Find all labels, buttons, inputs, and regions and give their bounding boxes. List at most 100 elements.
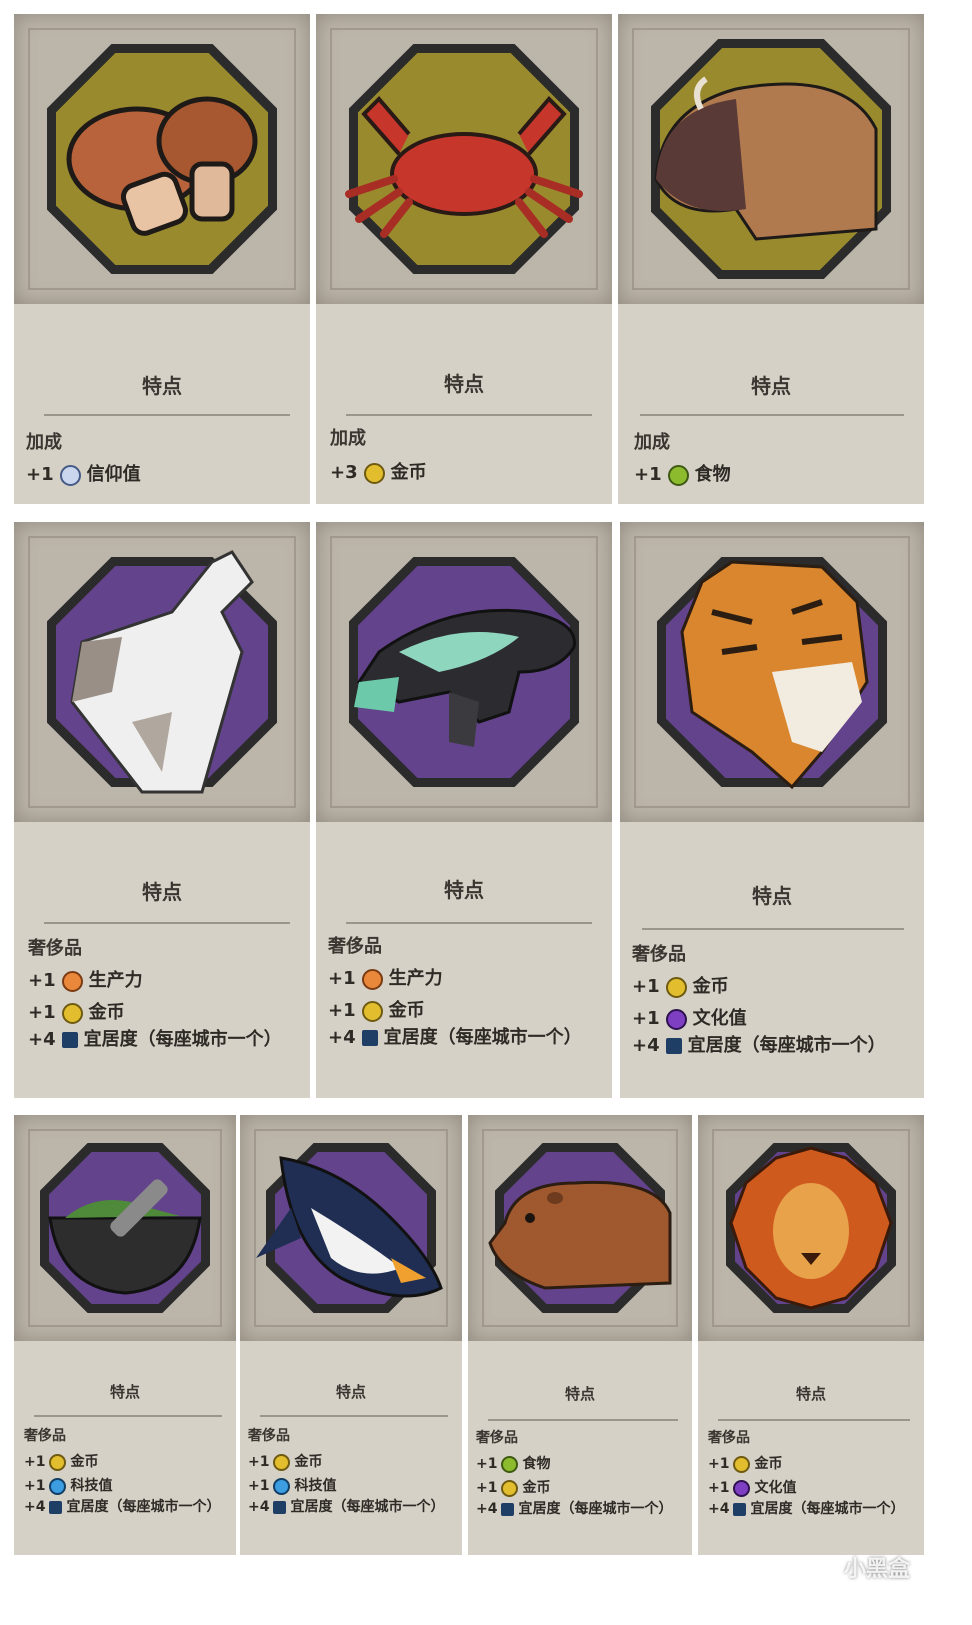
amenity-icon [501, 1502, 515, 1516]
card-category: 加成 [330, 428, 366, 449]
capybara-icon [488, 1180, 672, 1290]
yield-amount: +1 [28, 1002, 56, 1023]
card-art [14, 522, 310, 822]
card-art [468, 1115, 692, 1341]
mortar-pestle-icon [48, 1179, 202, 1295]
science-icon [273, 1477, 291, 1495]
resource-card-crab[interactable]: 特点 加成 +3 金币 [316, 14, 612, 504]
card-title: 特点 [335, 1383, 366, 1401]
yield-line: +1 金币 [708, 1453, 782, 1473]
yield-line: +1 金币 [28, 998, 125, 1024]
yield-amount: +1 [328, 1000, 356, 1021]
card-category: 加成 [634, 432, 670, 453]
card-title: 特点 [142, 880, 182, 904]
faith-icon [59, 464, 81, 486]
yield-line: +1 食物 [476, 1453, 550, 1473]
resource-card-bison[interactable]: 特点 加成 +1 食物 [618, 14, 924, 504]
yield-label: 文化值 [692, 1008, 747, 1029]
yield-line: +4 宜居度（每座城市一个） [24, 1499, 229, 1515]
amenity-icon [665, 1038, 682, 1054]
card-art [316, 522, 612, 822]
yield-line: +1 金币 [328, 996, 425, 1022]
card-title: 特点 [109, 1383, 140, 1401]
yield-line: +1 金币 [248, 1451, 322, 1471]
yield-line: +4 宜居度（每座城市一个） [476, 1501, 681, 1517]
yield-amount: +1 [28, 970, 56, 991]
yield-label: 科技值 [294, 1478, 337, 1494]
frog-icon [354, 608, 576, 747]
divider [346, 922, 592, 924]
yield-line: +1 文化值 [632, 1004, 747, 1030]
yield-line: +1 科技值 [248, 1475, 336, 1495]
card-title: 特点 [142, 374, 182, 398]
card-category: 奢侈品 [476, 1430, 518, 1446]
yield-label: 宜居度（每座城市一个） [66, 1499, 221, 1515]
yield-label: 生产力 [88, 970, 143, 991]
gold-icon [361, 1000, 383, 1022]
yield-label: 金币 [390, 462, 427, 483]
yield-amount: +1 [708, 1456, 730, 1472]
yield-line: +4 宜居度（每座城市一个） [632, 1036, 912, 1056]
divider [488, 1419, 678, 1421]
yield-line: +1 生产力 [28, 966, 143, 992]
yield-label: 文化值 [754, 1480, 797, 1496]
card-art [316, 14, 612, 304]
yield-amount: +1 [328, 968, 356, 989]
resource-card-wolf[interactable]: 特点 奢侈品 +1 生产力 +1 金币 +4 宜居度（每座城市一个） [14, 522, 310, 1098]
resource-card-lion[interactable]: 特点 奢侈品 +1 金币 +1 文化值 +4 宜居度（每座城市一个） [698, 1115, 924, 1555]
yield-label: 食物 [694, 464, 731, 485]
yield-amount: +1 [248, 1478, 270, 1494]
yield-label: 金币 [294, 1454, 323, 1470]
yield-amount: +1 [248, 1454, 270, 1470]
gold-icon [363, 462, 385, 484]
card-category: 奢侈品 [632, 944, 686, 965]
divider [44, 414, 290, 416]
mushroom-icon [66, 96, 258, 236]
gold-icon [273, 1453, 291, 1471]
card-art [620, 522, 924, 822]
yield-amount: +1 [24, 1478, 46, 1494]
science-icon [49, 1477, 67, 1495]
resource-card-mushroom[interactable]: 特点 加成 +1 信仰值 [14, 14, 310, 504]
resource-card-penguin[interactable]: 特点 奢侈品 +1 金币 +1 科技值 +4 宜居度（每座城市一个） [240, 1115, 462, 1555]
food-icon [667, 464, 689, 486]
yield-amount: +4 [24, 1499, 46, 1515]
yield-line: +4 宜居度（每座城市一个） [328, 1028, 598, 1048]
yield-label: 宜居度（每座城市一个） [687, 1035, 886, 1056]
yield-label: 金币 [88, 1002, 125, 1023]
amenity-icon [273, 1500, 287, 1514]
watermark: 小黑盒 [843, 1557, 910, 1582]
yield-amount: +1 [708, 1480, 730, 1496]
card-art [14, 1115, 236, 1341]
card-title: 特点 [752, 884, 792, 908]
yield-amount: +4 [328, 1027, 356, 1048]
resource-card-mortar[interactable]: 特点 奢侈品 +1 金币 +1 科技值 +4 宜居度（每座城市一个） [14, 1115, 236, 1555]
yield-label: 宜居度（每座城市一个） [518, 1501, 673, 1517]
yield-line: +1 金币 [476, 1477, 550, 1497]
yield-amount: +1 [632, 976, 660, 997]
yield-label: 宜居度（每座城市一个） [290, 1499, 445, 1515]
card-title: 特点 [751, 374, 791, 398]
card-art [240, 1115, 462, 1341]
resource-card-capybara[interactable]: 特点 奢侈品 +1 食物 +1 金币 +4 宜居度（每座城市一个） [468, 1115, 692, 1555]
yield-label: 科技值 [70, 1478, 113, 1494]
wolf-icon [70, 550, 254, 794]
resource-card-frog[interactable]: 特点 奢侈品 +1 生产力 +1 金币 +4 宜居度（每座城市一个） [316, 522, 612, 1098]
card-art [14, 14, 310, 304]
yield-label: 金币 [70, 1454, 99, 1470]
gold-icon [733, 1455, 751, 1473]
yield-label: 食物 [522, 1456, 551, 1472]
yield-label: 金币 [522, 1480, 551, 1496]
yield-line: +1 信仰值 [26, 460, 141, 486]
yield-amount: +4 [476, 1501, 498, 1517]
card-category: 奢侈品 [28, 938, 82, 959]
gold-icon [61, 1002, 83, 1024]
resource-card-tiger[interactable]: 特点 奢侈品 +1 金币 +1 文化值 +4 宜居度（每座城市一个） [620, 522, 924, 1098]
card-title: 特点 [444, 372, 484, 396]
amenity-icon [733, 1502, 747, 1516]
yield-line: +4 宜居度（每座城市一个） [708, 1501, 913, 1517]
yield-label: 宜居度（每座城市一个） [383, 1027, 582, 1048]
divider [34, 1415, 222, 1417]
gold-icon [49, 1453, 67, 1471]
production-icon [61, 970, 83, 992]
